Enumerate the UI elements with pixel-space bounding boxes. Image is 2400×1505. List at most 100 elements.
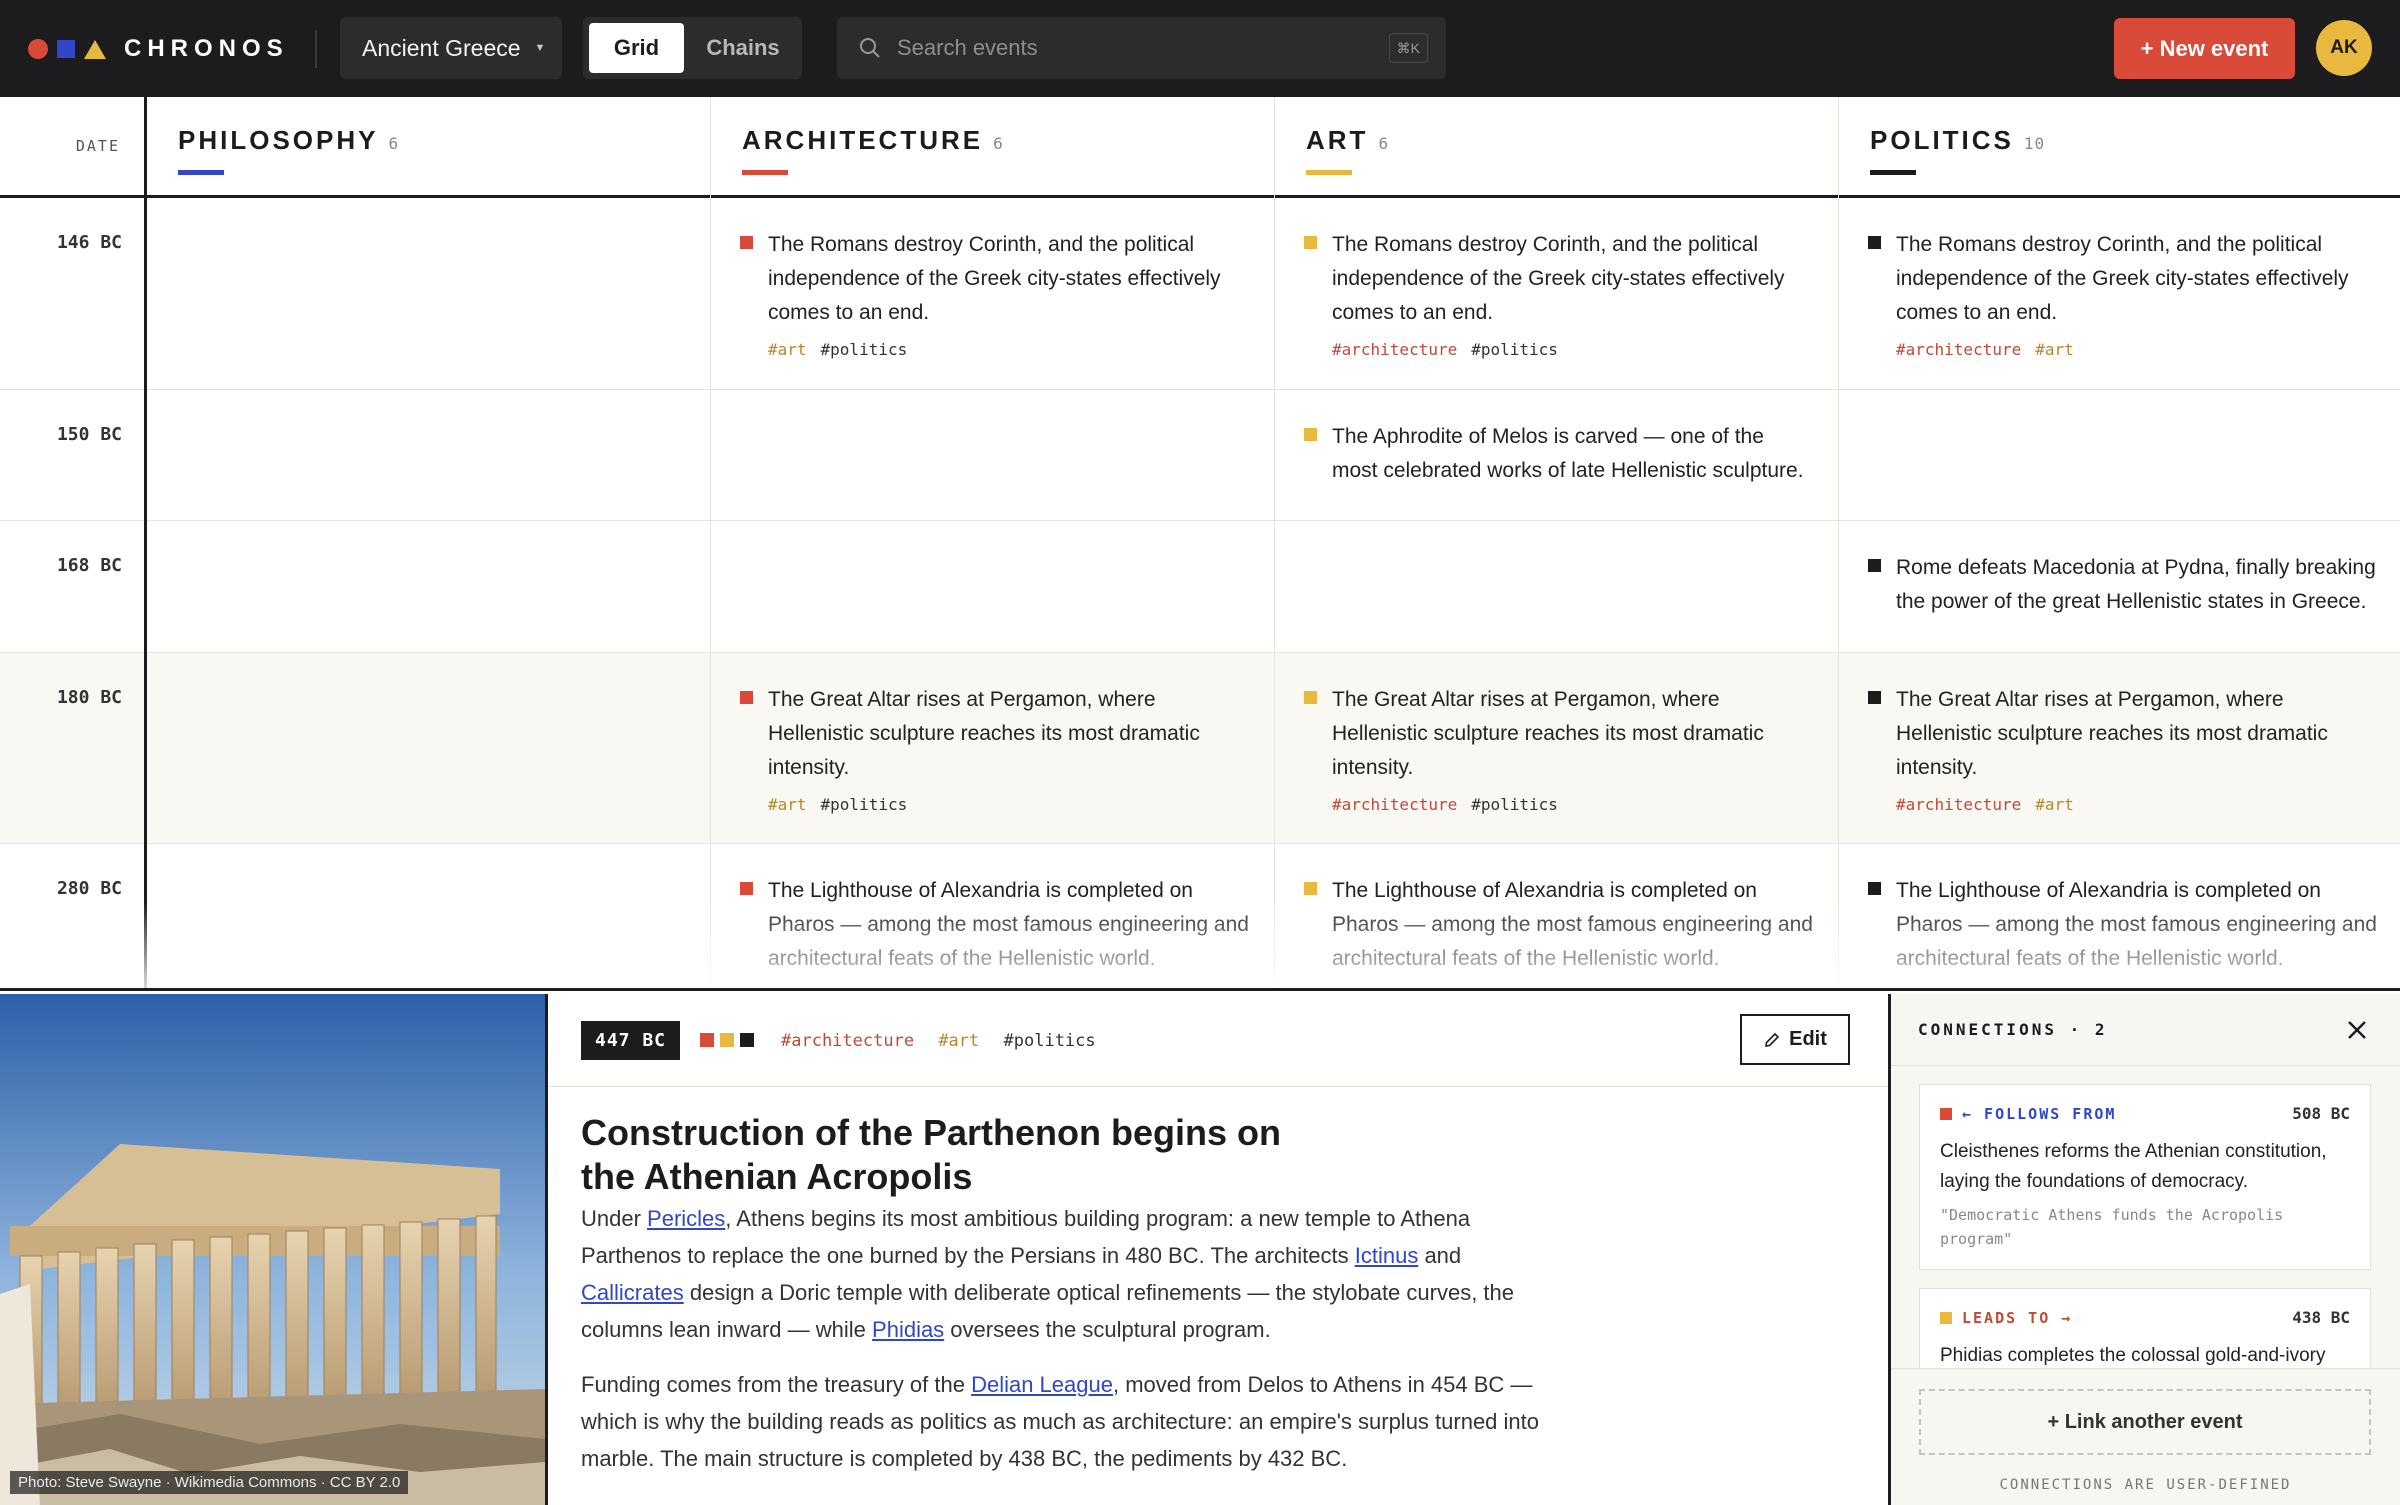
connections-footer: + Link another event CONNECTIONS ARE USE… bbox=[1891, 1368, 2400, 1505]
description-text: Under bbox=[581, 1206, 648, 1231]
grid-cell[interactable] bbox=[146, 198, 710, 389]
grid-cell: The Great Altar rises at Pergamon, where… bbox=[1838, 653, 2400, 843]
description-text: and bbox=[1418, 1243, 1462, 1268]
tag[interactable]: #art bbox=[2035, 795, 2074, 814]
chevron-down-icon: ▼ bbox=[534, 42, 546, 54]
grid-cell[interactable] bbox=[1274, 521, 1838, 652]
event-tags: #art #politics bbox=[768, 795, 1250, 814]
search-icon bbox=[860, 38, 880, 58]
column-header-architecture[interactable]: ARCHITECTURE 6 bbox=[710, 97, 1274, 195]
grid-cell[interactable] bbox=[1838, 390, 2400, 520]
tag[interactable]: #architecture bbox=[1332, 795, 1457, 814]
view-chains-button[interactable]: Chains bbox=[691, 23, 795, 73]
grid-cell: Rome defeats Macedonia at Pydna, finally… bbox=[1838, 521, 2400, 652]
link-event-button[interactable]: + Link another event bbox=[1919, 1389, 2371, 1455]
grid-cell[interactable] bbox=[146, 521, 710, 652]
event-card[interactable]: The Romans destroy Corinth, and the poli… bbox=[740, 228, 1250, 359]
tag[interactable]: #politics bbox=[1004, 1031, 1096, 1051]
connection-relation: LEADS TO → bbox=[1940, 1309, 2072, 1327]
column-header-art[interactable]: ART 6 bbox=[1274, 97, 1838, 195]
row-date: 150 BC bbox=[56, 424, 122, 445]
event-card[interactable]: The Romans destroy Corinth, and the poli… bbox=[1304, 228, 1814, 359]
edit-button[interactable]: Edit bbox=[1740, 1014, 1850, 1065]
event-card[interactable]: The Romans destroy Corinth, and the poli… bbox=[1868, 228, 2378, 359]
column-count: 10 bbox=[2023, 134, 2046, 153]
tag[interactable]: #politics bbox=[821, 340, 908, 359]
grid-cell[interactable] bbox=[146, 390, 710, 520]
tag[interactable]: #architecture bbox=[1896, 340, 2021, 359]
event-card[interactable]: Rome defeats Macedonia at Pydna, finally… bbox=[1868, 551, 2378, 619]
event-description: Funding comes from the treasury of the D… bbox=[581, 1366, 1561, 1477]
shortcut-hint: ⌘K bbox=[1388, 33, 1428, 63]
column-header-politics[interactable]: POLITICS 10 bbox=[1838, 97, 2400, 195]
column-header-philosophy[interactable]: PHILOSOPHY 6 bbox=[146, 97, 710, 195]
column-color-bar bbox=[1306, 170, 1352, 175]
event-card[interactable]: The Great Altar rises at Pergamon, where… bbox=[1868, 683, 2378, 814]
new-event-button[interactable]: + New event bbox=[2114, 18, 2295, 79]
event-card[interactable]: The Lighthouse of Alexandria is complete… bbox=[1304, 874, 1814, 976]
column-name: ARCHITECTURE bbox=[742, 125, 984, 155]
grid-cell[interactable] bbox=[146, 844, 710, 990]
tag[interactable]: #art bbox=[768, 795, 807, 814]
logo-circle-icon bbox=[28, 39, 48, 59]
grid-cell[interactable] bbox=[710, 390, 1274, 520]
tag[interactable]: #architecture bbox=[781, 1031, 914, 1051]
category-marker-icon bbox=[1940, 1312, 1952, 1324]
entity-link[interactable]: Pericles bbox=[647, 1206, 725, 1231]
project-selector[interactable]: Ancient Greece ▼ bbox=[340, 17, 562, 79]
entity-link[interactable]: Phidias bbox=[872, 1317, 944, 1342]
app-logo[interactable]: CHRONOS bbox=[28, 35, 289, 62]
entity-link[interactable]: Delian League bbox=[971, 1372, 1113, 1397]
relation-label: ← FOLLOWS FROM bbox=[1962, 1105, 2117, 1123]
search-input[interactable] bbox=[897, 29, 1357, 67]
event-text: Rome defeats Macedonia at Pydna, finally… bbox=[1896, 556, 2376, 613]
event-detail-toolbar: 447 BC #architecture #art #politics Edit bbox=[548, 994, 1888, 1087]
event-text: The Great Altar rises at Pergamon, where… bbox=[768, 688, 1200, 779]
grid-cell: The Romans destroy Corinth, and the poli… bbox=[1838, 198, 2400, 389]
description-text: oversees the sculptural program. bbox=[944, 1317, 1271, 1342]
column-divider bbox=[1838, 97, 1839, 990]
category-marker-icon bbox=[1304, 428, 1317, 441]
entity-link[interactable]: Ictinus bbox=[1355, 1243, 1419, 1268]
event-description: Under Pericles, Athens begins its most a… bbox=[581, 1200, 1561, 1348]
logo-triangle-icon bbox=[84, 39, 106, 59]
tag[interactable]: #architecture bbox=[1332, 340, 1457, 359]
grid-row: 168 BC Rome defeats Macedonia at Pydna, f… bbox=[0, 521, 2400, 653]
tag[interactable]: #art bbox=[938, 1031, 979, 1051]
event-card[interactable]: The Lighthouse of Alexandria is complete… bbox=[1868, 874, 2378, 976]
category-marker-icon bbox=[1868, 882, 1881, 895]
column-name: ART bbox=[1306, 125, 1369, 155]
search-box: ⌘K bbox=[837, 17, 1446, 79]
tag[interactable]: #politics bbox=[821, 795, 908, 814]
tag[interactable]: #art bbox=[768, 340, 807, 359]
event-card[interactable]: The Great Altar rises at Pergamon, where… bbox=[1304, 683, 1814, 814]
avatar[interactable]: AK bbox=[2316, 20, 2372, 76]
category-chips bbox=[700, 1033, 760, 1047]
category-marker-icon bbox=[1868, 691, 1881, 704]
column-color-bar bbox=[1870, 170, 1916, 175]
tag[interactable]: #politics bbox=[1471, 340, 1558, 359]
view-grid-button[interactable]: Grid bbox=[589, 23, 684, 73]
event-tags: #architecture #art bbox=[1896, 340, 2378, 359]
category-marker-icon bbox=[1940, 1108, 1952, 1120]
connection-card[interactable]: ← FOLLOWS FROM 508 BC Cleisthenes reforms … bbox=[1919, 1084, 2371, 1270]
tag[interactable]: #politics bbox=[1471, 795, 1558, 814]
category-marker-icon bbox=[1304, 691, 1317, 704]
event-card[interactable]: The Lighthouse of Alexandria is complete… bbox=[740, 874, 1250, 976]
entity-link[interactable]: Callicrates bbox=[581, 1280, 684, 1305]
grid-cell[interactable] bbox=[710, 521, 1274, 652]
tag[interactable]: #art bbox=[2035, 340, 2074, 359]
column-color-bar bbox=[742, 170, 788, 175]
top-bar: CHRONOS Ancient Greece ▼ Grid Chains ⌘K … bbox=[0, 0, 2400, 97]
description-text: Funding comes from the treasury of the bbox=[581, 1372, 972, 1397]
divider bbox=[315, 30, 317, 68]
event-text: The Great Altar rises at Pergamon, where… bbox=[1332, 688, 1764, 779]
tag[interactable]: #architecture bbox=[1896, 795, 2021, 814]
event-text: The Lighthouse of Alexandria is complete… bbox=[1896, 879, 2377, 970]
event-card[interactable]: The Great Altar rises at Pergamon, where… bbox=[740, 683, 1250, 814]
grid-cell[interactable] bbox=[146, 653, 710, 843]
connections-header: CONNECTIONS · 2 bbox=[1891, 994, 2400, 1066]
close-icon[interactable] bbox=[2341, 1014, 2373, 1046]
date-column-header: DATE bbox=[75, 137, 120, 155]
event-card[interactable]: The Aphrodite of Melos is carved — one o… bbox=[1304, 420, 1814, 488]
